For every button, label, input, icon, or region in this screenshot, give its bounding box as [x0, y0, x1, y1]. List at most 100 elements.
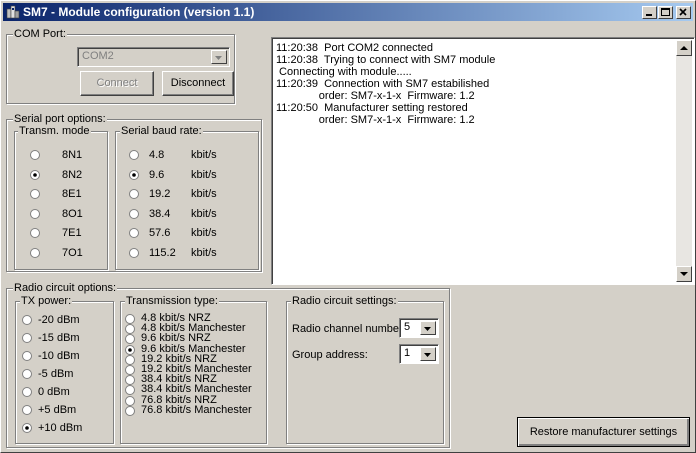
- com-port-select[interactable]: COM2: [77, 47, 230, 67]
- com-port-label: COM Port:: [13, 28, 67, 40]
- transmission-type-group: Transmission type: 4.8 kbit/s NRZ 4.8 kbi…: [120, 295, 267, 444]
- transm-mode-option-label: 8E1: [62, 188, 82, 200]
- baud-rate-label: Serial baud rate:: [120, 125, 203, 137]
- radio-settings-label: Radio circuit settings:: [291, 295, 398, 307]
- radio-icon: [30, 247, 40, 258]
- channel-number-value: 5: [404, 321, 411, 333]
- baud-rate-unit: kbit/s: [191, 227, 217, 239]
- chevron-down-icon: [680, 272, 688, 276]
- app-icon: [6, 5, 20, 19]
- maximize-icon: [661, 8, 670, 16]
- radio-icon: [129, 208, 139, 219]
- radio-icon: [22, 315, 32, 325]
- radio-icon: [30, 208, 40, 219]
- chevron-down-icon: [424, 353, 431, 357]
- baud-rate-option-label: 115.2: [149, 246, 176, 259]
- radio-icon: [22, 369, 32, 379]
- transm-mode-option-label: 8N1: [62, 149, 83, 161]
- transmission-type-label: Transmission type:: [125, 295, 219, 307]
- transmission-type-option-label: 38.4 kbit/s Manchester: [141, 383, 252, 396]
- transmission-type-option-label: 76.8 kbit/s Manchester: [141, 403, 252, 416]
- baud-rate-unit: kbit/s: [191, 246, 217, 259]
- baud-rate-unit: kbit/s: [191, 168, 217, 181]
- minimize-button[interactable]: [642, 6, 657, 19]
- radio-icon: [125, 354, 135, 365]
- log-line: 11:20:38 Port COM2 connected: [276, 42, 433, 54]
- radio-icon: [22, 405, 32, 415]
- baud-rate-option-label: 38.4: [149, 207, 171, 220]
- baud-rate-group: Serial baud rate: 4.8 kbit/s 9.6 kbit/s 19.2…: [115, 125, 259, 270]
- tx-power-group: TX power: -20 dBm -15 dBm -10 dBm -5 dBm 0 d…: [15, 295, 114, 444]
- baud-rate-option-label: 4.8: [149, 149, 165, 161]
- maximize-button[interactable]: [658, 6, 673, 19]
- radio-settings-group: Radio circuit settings: Radio channel nu…: [286, 295, 444, 444]
- radio-icon: [125, 314, 135, 324]
- radio-icon: [129, 150, 139, 160]
- serial-options-label: Serial port options:: [13, 113, 107, 125]
- radio-icon: [129, 169, 139, 180]
- scroll-up-button[interactable]: [676, 40, 692, 56]
- title-bar: SM7 - Module configuration (version 1.1): [3, 3, 693, 21]
- connect-label: Connect: [96, 77, 138, 89]
- transm-mode-option-label: 8N2: [62, 168, 83, 181]
- tx-power-option-label: +10 dBm: [38, 422, 83, 434]
- scroll-down-button[interactable]: [676, 266, 692, 282]
- tx-power-label: TX power:: [20, 295, 73, 307]
- serial-options-group: Serial port options: Transm. mode 8N1 8N2…: [6, 113, 262, 272]
- group-address-label: Group address:: [292, 349, 368, 361]
- chevron-up-icon: [680, 46, 688, 50]
- restore-label: Restore manufacturer settings: [529, 426, 678, 438]
- transmission-type-option-label: 9.6 kbit/s NRZ: [141, 332, 211, 345]
- transm-mode-group: Transm. mode 8N1 8N2 8E1 8O1 7E1 7O1: [14, 125, 108, 270]
- disconnect-button[interactable]: Disconnect: [162, 71, 234, 96]
- tx-power-option-label: -20 dBm: [38, 314, 80, 326]
- chevron-down-icon: [215, 56, 222, 60]
- log-line: Connecting with module.....: [276, 66, 412, 78]
- window-title: SM7 - Module configuration (version 1.1): [23, 5, 255, 19]
- tx-power-option-label: -5 dBm: [38, 368, 74, 380]
- com-port-dropdown-button[interactable]: [211, 50, 227, 64]
- com-port-value: COM2: [82, 50, 114, 62]
- radio-icon: [129, 189, 139, 199]
- main-window: SM7 - Module configuration (version 1.1)…: [0, 0, 696, 453]
- group-address-select[interactable]: 1: [399, 344, 439, 364]
- restore-manufacturer-settings-button[interactable]: Restore manufacturer settings: [517, 417, 690, 447]
- baud-rate-unit: kbit/s: [191, 188, 217, 200]
- radio-icon: [129, 247, 139, 258]
- group-address-value: 1: [404, 347, 411, 359]
- radio-icon: [125, 385, 135, 396]
- channel-dropdown-button[interactable]: [420, 321, 436, 335]
- radio-icon: [30, 228, 40, 238]
- baud-rate-option-label: 57.6: [149, 227, 171, 239]
- radio-icon: [30, 150, 40, 160]
- radio-options-label: Radio circuit options:: [13, 282, 118, 294]
- tx-power-option-label: -10 dBm: [38, 350, 80, 362]
- radio-icon: [129, 228, 139, 238]
- transm-mode-option-label: 7E1: [62, 227, 82, 239]
- tx-power-option-label: -15 dBm: [38, 332, 80, 344]
- minimize-icon: [646, 14, 652, 16]
- radio-icon: [22, 351, 32, 361]
- radio-icon: [125, 375, 135, 386]
- baud-rate-unit: kbit/s: [191, 149, 217, 161]
- channel-number-label: Radio channel number:: [292, 323, 406, 335]
- tx-power-option-label: +5 dBm: [38, 404, 77, 416]
- channel-number-select[interactable]: 5: [399, 318, 439, 338]
- radio-icon: [125, 344, 135, 355]
- group-dropdown-button[interactable]: [420, 347, 436, 361]
- connect-button[interactable]: Connect: [80, 71, 154, 96]
- log-scrollbar[interactable]: [676, 40, 692, 282]
- transm-mode-option-label: 8O1: [62, 207, 83, 220]
- log-line: 11:20:38 Trying to connect with SM7 modu…: [276, 54, 496, 66]
- log-line: order: SM7-x-1-x Firmware: 1.2: [276, 114, 475, 126]
- log-line: 11:20:50 Manufacturer setting restored: [276, 102, 468, 114]
- log-line: 11:20:39 Connection with SM7 estabilishe…: [276, 78, 490, 90]
- transm-mode-option-label: 7O1: [62, 246, 83, 259]
- baud-rate-unit: kbit/s: [191, 207, 217, 220]
- log-line: order: SM7-x-1-x Firmware: 1.2: [276, 90, 475, 102]
- radio-icon: [125, 395, 135, 406]
- log-textarea[interactable]: 11:20:38 Port COM2 connected 11:20:38 Try…: [271, 37, 695, 285]
- radio-icon: [125, 405, 135, 416]
- chevron-down-icon: [424, 327, 431, 331]
- close-button[interactable]: [676, 6, 691, 19]
